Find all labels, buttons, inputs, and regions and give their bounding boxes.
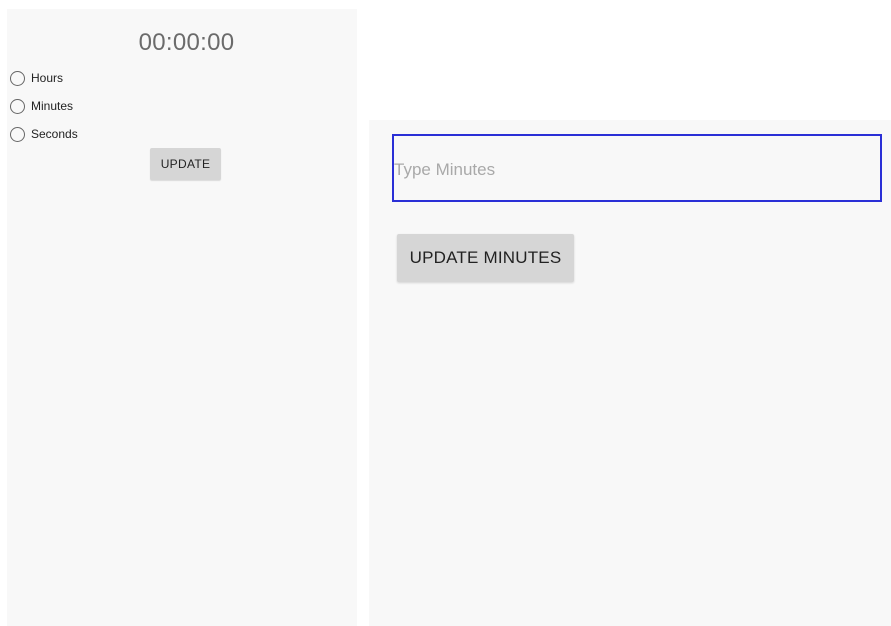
radio-button-seconds[interactable] [10, 126, 25, 142]
radio-label-minutes: Minutes [31, 99, 74, 113]
radio-button-hours[interactable] [10, 70, 25, 86]
minutes-screen: UPDATE MINUTES [369, 120, 891, 626]
radio-label-seconds: Seconds [31, 127, 78, 141]
radio-label-hours: Hours [31, 71, 64, 85]
radio-option-minutes[interactable]: Minutes [10, 92, 78, 120]
timer-screen: 00:00:00 Hours Minutes Seconds UPDATE [7, 9, 357, 626]
timer-display: 00:00:00 [138, 29, 235, 56]
radio-button-minutes[interactable] [10, 98, 25, 114]
minutes-input[interactable] [392, 134, 882, 202]
unit-radio-group: Hours Minutes Seconds [10, 64, 78, 148]
update-minutes-button[interactable]: UPDATE MINUTES [397, 234, 574, 282]
radio-option-seconds[interactable]: Seconds [10, 120, 78, 148]
update-button[interactable]: UPDATE [150, 148, 221, 180]
radio-option-hours[interactable]: Hours [10, 64, 78, 92]
